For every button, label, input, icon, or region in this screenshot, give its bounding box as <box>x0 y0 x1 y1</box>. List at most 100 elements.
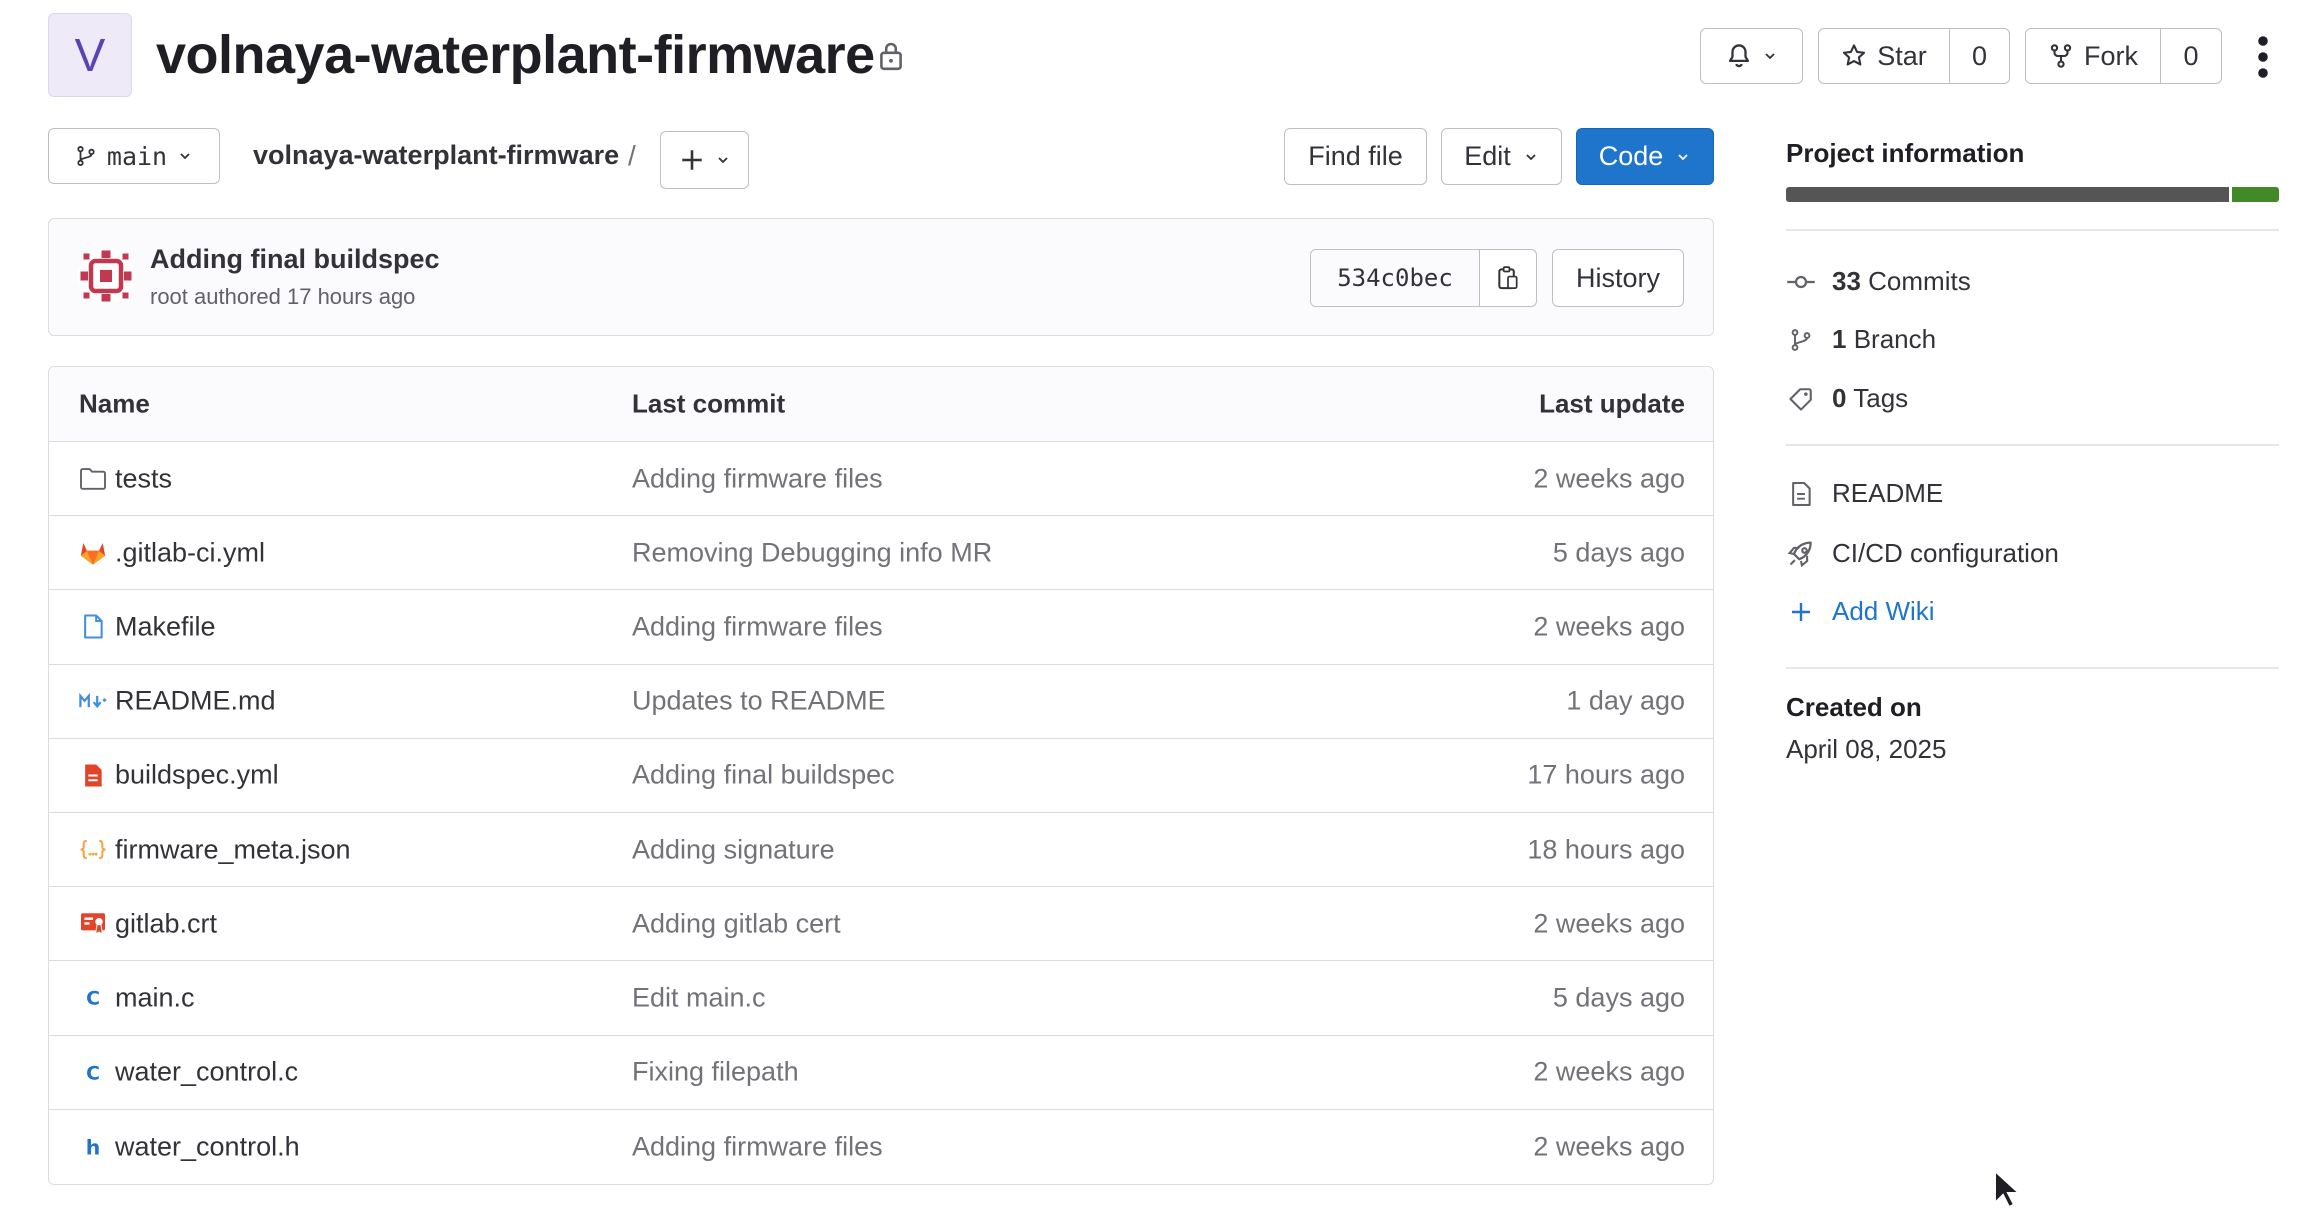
header-last-commit: Last commit <box>632 388 786 419</box>
history-button[interactable]: History <box>1552 249 1684 307</box>
file-last-commit[interactable]: Fixing filepath <box>632 1057 799 1088</box>
tags-count: 0 <box>1832 383 1847 413</box>
commits-link[interactable]: 33 Commits <box>1786 266 1971 297</box>
cicd-configuration-link[interactable]: CI/CD configuration <box>1786 538 2059 569</box>
commit-meta: root authored 17 hours ago <box>150 284 416 309</box>
lock-icon <box>880 42 902 71</box>
file-name: tests <box>115 463 173 494</box>
plus-icon <box>1792 602 1810 621</box>
markdown-icon <box>79 687 107 715</box>
c-file-icon: C <box>79 1058 107 1086</box>
divider <box>1786 229 2279 231</box>
edit-label: Edit <box>1464 141 1511 171</box>
file-name-link[interactable]: Cwater_control.c <box>79 1057 298 1088</box>
file-name-link[interactable]: Makefile <box>79 611 216 642</box>
user-avatar[interactable] <box>76 246 136 306</box>
language-bar[interactable] <box>1786 187 2279 202</box>
created-on-label: Created on <box>1786 692 1922 722</box>
tags-link[interactable]: 0 Tags <box>1786 383 1908 414</box>
svg-text:C: C <box>86 989 100 1010</box>
file-name-link[interactable]: h water_control.h <box>79 1131 300 1162</box>
file-name-link[interactable]: README.md <box>79 686 276 717</box>
file-last-commit[interactable]: Adding gitlab cert <box>632 908 841 939</box>
divider <box>1786 667 2279 669</box>
table-row: firmware_meta.json Adding signature 18 hou… <box>49 813 1713 888</box>
file-last-update: 2 weeks ago <box>1533 463 1685 494</box>
project-avatar[interactable]: V <box>48 13 132 97</box>
table-row: h water_control.h Adding firmware files 2 w… <box>49 1110 1713 1184</box>
file-last-commit[interactable]: Adding signature <box>632 834 835 865</box>
file-last-commit[interactable]: Edit main.c <box>632 982 766 1013</box>
star-icon <box>1843 44 1866 66</box>
tags-label: Tags <box>1853 383 1909 413</box>
commit-sha[interactable]: 534c0bec <box>1311 250 1479 306</box>
fork-button-group: Fork 0 <box>2025 28 2222 84</box>
file-icon <box>79 613 107 641</box>
commit-sha-group: 534c0bec <box>1310 249 1537 307</box>
branch-icon <box>1791 328 1811 351</box>
file-last-commit[interactable]: Adding firmware files <box>632 463 883 494</box>
file-last-update: 5 days ago <box>1552 537 1685 568</box>
file-last-update: 2 weeks ago <box>1533 908 1685 939</box>
code-label: Code <box>1598 141 1664 171</box>
file-name-link[interactable]: Cmain.c <box>79 982 194 1013</box>
file-last-update: 2 weeks ago <box>1533 1131 1685 1162</box>
breadcrumb-project[interactable]: volnaya-waterplant-firmware <box>253 140 619 171</box>
c-file-icon: C <box>79 984 107 1012</box>
commit-title[interactable]: Adding final buildspec <box>150 244 440 275</box>
svg-text:C: C <box>86 1063 100 1084</box>
star-count[interactable]: 0 <box>1949 29 2009 83</box>
file-name: .gitlab-ci.yml <box>115 537 266 568</box>
code-button[interactable]: Code <box>1576 128 1714 185</box>
table-row: README.md Updates to README 1 day ago <box>49 665 1713 739</box>
copy-icon <box>1498 266 1518 290</box>
file-last-commit[interactable]: Adding final buildspec <box>632 760 895 791</box>
add-to-tree-button[interactable] <box>660 131 749 189</box>
file-last-update: 1 day ago <box>1566 685 1685 716</box>
file-name-link[interactable]: .gitlab-ci.yml <box>79 537 265 568</box>
file-last-commit[interactable]: Updates to README <box>632 686 886 717</box>
file-name-link[interactable]: tests <box>79 463 172 494</box>
fork-count[interactable]: 0 <box>2160 29 2221 83</box>
chevron-down-icon <box>1678 153 1688 160</box>
commit-icon <box>1787 275 1815 288</box>
yaml-icon <box>79 761 107 789</box>
notification-button[interactable] <box>1700 28 1803 84</box>
file-name-link[interactable]: buildspec.yml <box>79 760 279 791</box>
fork-button[interactable]: Fork <box>2026 29 2160 83</box>
add-wiki-link[interactable]: Add Wiki <box>1786 596 1935 627</box>
file-name: buildspec.yml <box>115 759 279 790</box>
copy-sha-button[interactable] <box>1479 250 1536 306</box>
star-button[interactable]: Star <box>1819 29 1949 83</box>
rocket-icon <box>1787 540 1812 567</box>
language-segment[interactable] <box>1786 187 2230 202</box>
document-icon <box>1792 481 1811 506</box>
star-button-group: Star 0 <box>1818 28 2010 84</box>
branch-selector[interactable]: main <box>48 128 220 184</box>
project-title[interactable]: volnaya-waterplant-firmware <box>156 22 875 88</box>
breadcrumb-separator: / <box>628 140 636 171</box>
table-row: Cmain.c Edit main.c 5 days ago <box>49 961 1713 1036</box>
file-last-commit[interactable]: Removing Debugging info MR <box>632 537 992 568</box>
file-last-update: 17 hours ago <box>1527 759 1685 790</box>
table-row: tests Adding firmware files 2 weeks ago <box>49 442 1713 517</box>
file-name: firmware_meta.json <box>115 834 351 865</box>
readme-link[interactable]: README <box>1786 478 1943 509</box>
file-name-link[interactable]: firmware_meta.json <box>79 834 351 865</box>
tag-icon <box>1789 387 1812 411</box>
find-file-button[interactable]: Find file <box>1284 128 1427 185</box>
edit-button[interactable]: Edit <box>1441 128 1562 185</box>
file-last-commit[interactable]: Adding firmware files <box>632 1131 883 1162</box>
branch-name: main <box>106 141 168 171</box>
file-name-link[interactable]: gitlab.crt <box>79 908 217 939</box>
fork-icon <box>2050 44 2072 68</box>
file-last-commit[interactable]: Adding firmware files <box>632 611 883 642</box>
branches-link[interactable]: 1 Branch <box>1786 324 1936 355</box>
language-segment[interactable] <box>2232 187 2279 202</box>
branch-count: 1 <box>1832 324 1847 354</box>
more-actions-icon[interactable] <box>2250 35 2276 79</box>
table-header: Name Last commit Last update <box>49 367 1713 442</box>
svg-text:h: h <box>86 1136 101 1160</box>
commits-label: Commits <box>1868 266 1971 296</box>
chevron-down-icon <box>180 153 190 160</box>
